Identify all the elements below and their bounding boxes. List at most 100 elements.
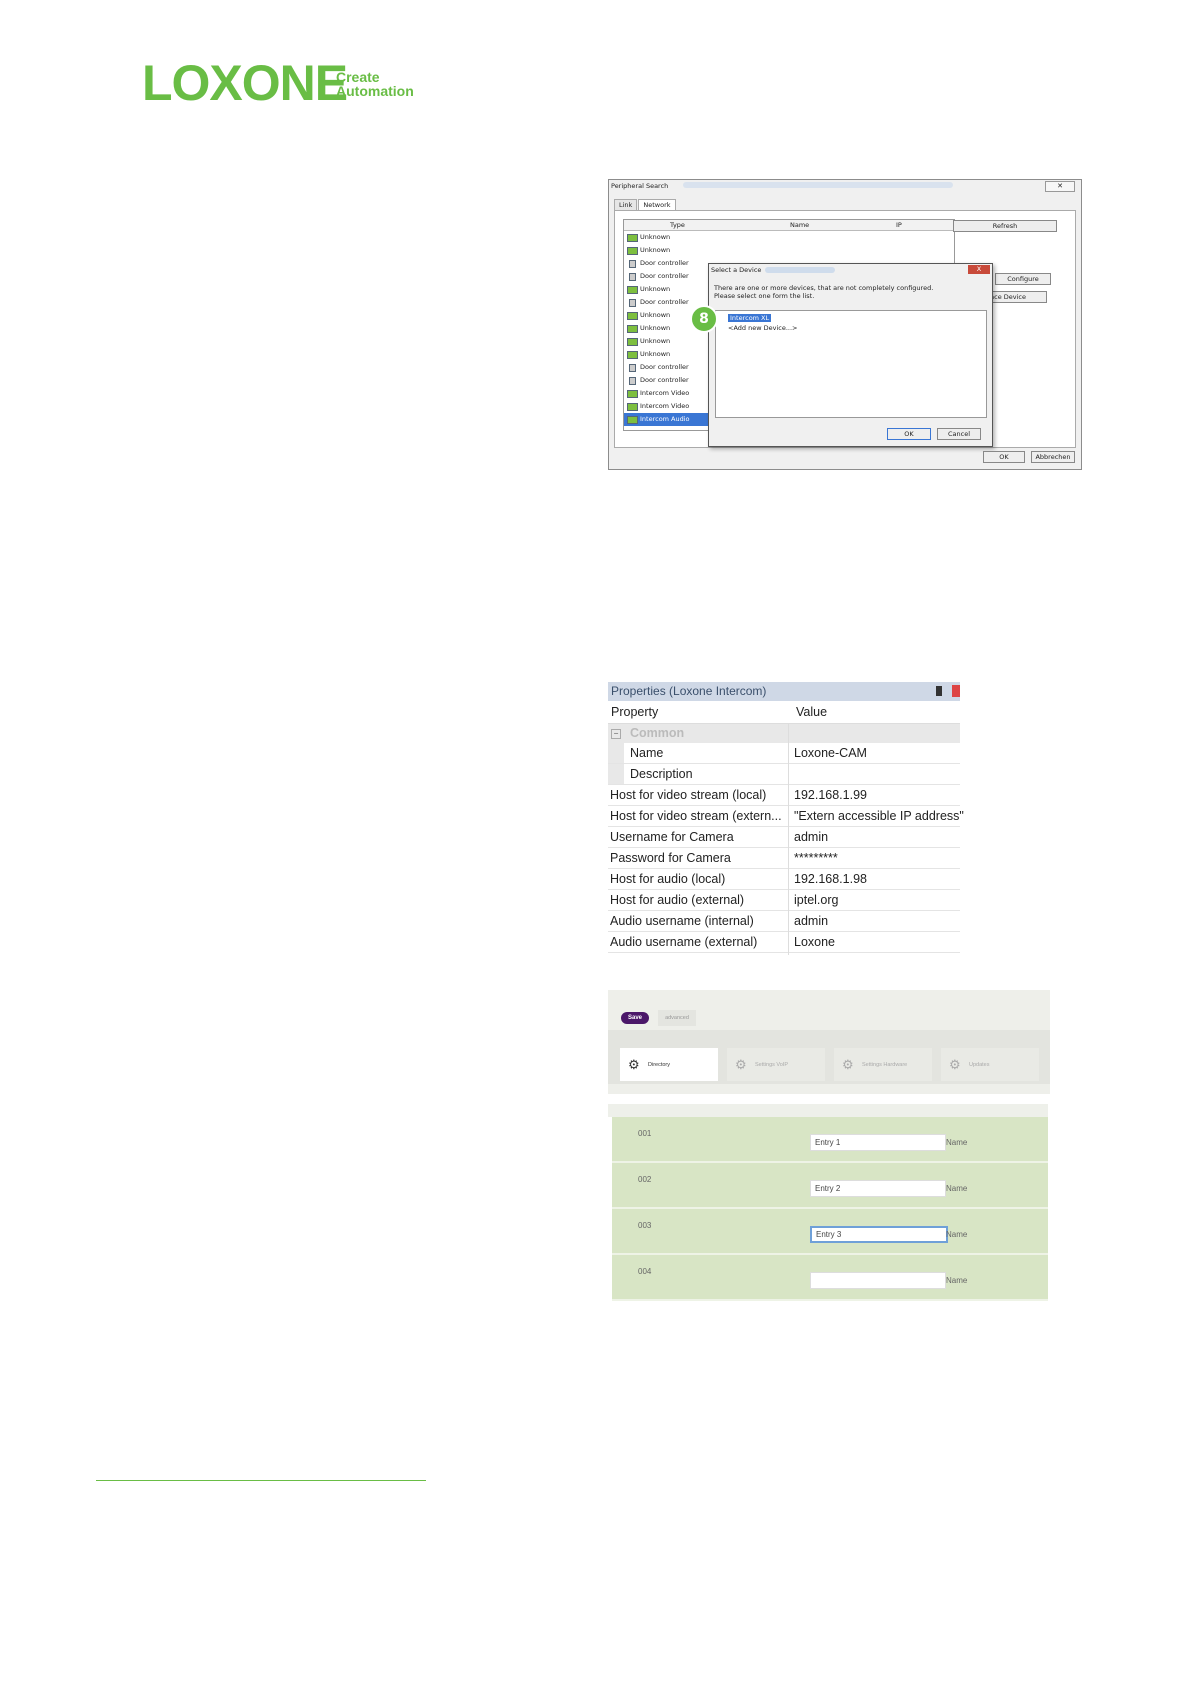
property-value[interactable]: admin — [794, 911, 828, 931]
list-item-intercom-xl[interactable]: Intercom XL — [728, 314, 772, 322]
tab-advanced[interactable]: advanced — [658, 1010, 696, 1026]
column-name[interactable]: Name — [790, 221, 809, 229]
tab-label: Settings VoIP — [755, 1062, 789, 1068]
property-key: Description — [630, 767, 693, 781]
dialog-title: Select a Device — [711, 266, 762, 274]
property-value[interactable]: "Extern accessible IP address" — [794, 806, 964, 826]
tab-label: Directory — [648, 1062, 671, 1068]
tab-updates[interactable]: ⚙ Updates — [941, 1048, 1039, 1081]
indented-rows: Name Loxone-CAM Description — [608, 743, 960, 785]
property-key: Name — [630, 746, 664, 760]
collapse-icon[interactable]: − — [611, 729, 621, 739]
properties-panel: Properties (Loxone Intercom) Property Va… — [608, 682, 964, 955]
ok-button[interactable]: OK — [983, 451, 1025, 463]
entry-name-input[interactable]: Entry 1 — [810, 1134, 946, 1151]
property-column: Property — [611, 705, 659, 719]
intercom-icon — [627, 403, 638, 411]
logo-tagline: Create Automation — [336, 70, 414, 98]
tab-settings-voip[interactable]: ⚙ Settings VoIP — [727, 1048, 825, 1081]
property-row[interactable]: Name Loxone-CAM — [608, 743, 960, 764]
property-value[interactable]: Loxone-CAM — [794, 743, 867, 763]
column-type[interactable]: Type — [670, 221, 685, 229]
dialog-cancel-button[interactable]: Cancel — [937, 428, 981, 440]
property-value[interactable]: admin — [794, 827, 828, 847]
intercom-icon — [627, 416, 638, 424]
property-value[interactable]: 192.168.1.99 — [794, 785, 867, 805]
entry-number: 004 — [638, 1267, 652, 1276]
property-row[interactable]: Description — [608, 764, 960, 785]
entry-name-input[interactable]: Entry 2 — [810, 1180, 946, 1197]
properties-header: Property Value — [608, 701, 960, 724]
property-value[interactable]: 192.168.1.98 — [794, 869, 867, 889]
blurred-dialog-detail — [765, 267, 835, 273]
configure-button[interactable]: Configure — [995, 273, 1051, 285]
gear-icon: ⚙ — [949, 1057, 961, 1072]
value-column: Value — [796, 705, 828, 719]
property-value[interactable]: Loxone — [794, 932, 835, 952]
property-row[interactable]: Audio username (external) Loxone — [608, 932, 960, 953]
row-type: Door controller — [640, 376, 689, 384]
network-icon — [627, 312, 638, 320]
loxone-logo: LOXONE — [142, 55, 348, 111]
footer-divider — [96, 1480, 426, 1481]
dialog-close-button[interactable]: X — [968, 265, 990, 274]
property-row[interactable]: Host for video stream (extern... "Extern … — [608, 806, 964, 827]
property-row[interactable]: Password for Camera ********* — [608, 848, 960, 869]
network-icon — [627, 351, 638, 359]
table-row[interactable]: Unknown — [624, 231, 954, 244]
gear-icon: ⚙ — [628, 1057, 640, 1072]
pin-icon[interactable] — [936, 686, 942, 696]
intercom-icon — [627, 390, 638, 398]
property-row[interactable]: Host for audio (external) iptel.org — [608, 890, 960, 911]
network-icon — [627, 247, 638, 255]
door-icon — [629, 260, 636, 268]
entry-number: 001 — [638, 1129, 652, 1138]
network-icon — [627, 234, 638, 242]
tab-settings-hardware[interactable]: ⚙ Settings Hardware — [834, 1048, 932, 1081]
property-row[interactable]: Host for video stream (local) 192.168.1.9… — [608, 785, 960, 806]
entry-name-label: Name — [946, 1138, 968, 1147]
network-icon — [627, 286, 638, 294]
property-row[interactable]: Audio username (internal) admin — [608, 911, 960, 932]
tab-directory[interactable]: ⚙ Directory — [620, 1048, 718, 1081]
device-select-list: 8 Intercom XL <Add new Device...> — [690, 305, 987, 418]
row-type: Unknown — [640, 350, 671, 358]
entry-name-label: Name — [946, 1276, 968, 1285]
close-icon[interactable] — [952, 685, 960, 697]
entry-name-label: Name — [946, 1230, 968, 1239]
door-icon — [629, 364, 636, 372]
select-device-dialog: Select a Device X There are one or more … — [690, 263, 993, 447]
blurred-title-detail — [683, 182, 953, 188]
property-row[interactable]: Host for audio (local) 192.168.1.98 — [608, 869, 960, 890]
close-button[interactable]: ✕ — [1045, 181, 1075, 192]
group-label: Common — [630, 726, 685, 740]
row-type: Door controller — [640, 298, 689, 306]
door-icon — [629, 273, 636, 281]
table-row[interactable]: Unknown — [624, 244, 954, 257]
network-panel: Type Name IP Unknown Unknown Door controll… — [614, 210, 1076, 448]
column-ip[interactable]: IP — [896, 221, 902, 229]
row-type: Unknown — [640, 337, 671, 345]
entry-name-input[interactable]: Entry 3 — [810, 1226, 948, 1243]
group-common[interactable]: − Common — [608, 724, 960, 743]
entry-name-input[interactable] — [810, 1272, 946, 1289]
network-icon — [627, 325, 638, 333]
property-value[interactable]: ********* — [794, 848, 838, 868]
entry-rows: 001 Entry 1 Name 002 Entry 2 Name 003 Entry 3 Na… — [608, 1117, 1048, 1301]
door-icon — [629, 299, 636, 307]
save-button[interactable]: Save — [621, 1012, 649, 1024]
list-item-add-new-device[interactable]: <Add new Device...> — [728, 324, 797, 332]
refresh-button[interactable]: Refresh — [953, 220, 1057, 232]
entry-row: 001 Entry 1 Name — [612, 1117, 1048, 1163]
row-type: Unknown — [640, 285, 671, 293]
dialog-message-line-2: Please select one form the list. — [714, 292, 815, 300]
property-row[interactable]: Username for Camera admin — [608, 827, 960, 848]
property-value[interactable]: iptel.org — [794, 890, 838, 910]
tab-label: Settings Hardware — [862, 1062, 908, 1068]
entry-row: 003 Entry 3 Name — [612, 1209, 1048, 1255]
abbrechen-button[interactable]: Abbrechen — [1031, 451, 1075, 463]
entries-top-bar — [608, 1104, 1048, 1117]
dialog-ok-button[interactable]: OK — [887, 428, 931, 440]
entry-number: 003 — [638, 1221, 652, 1230]
property-key: Audio username (internal) — [610, 914, 754, 928]
